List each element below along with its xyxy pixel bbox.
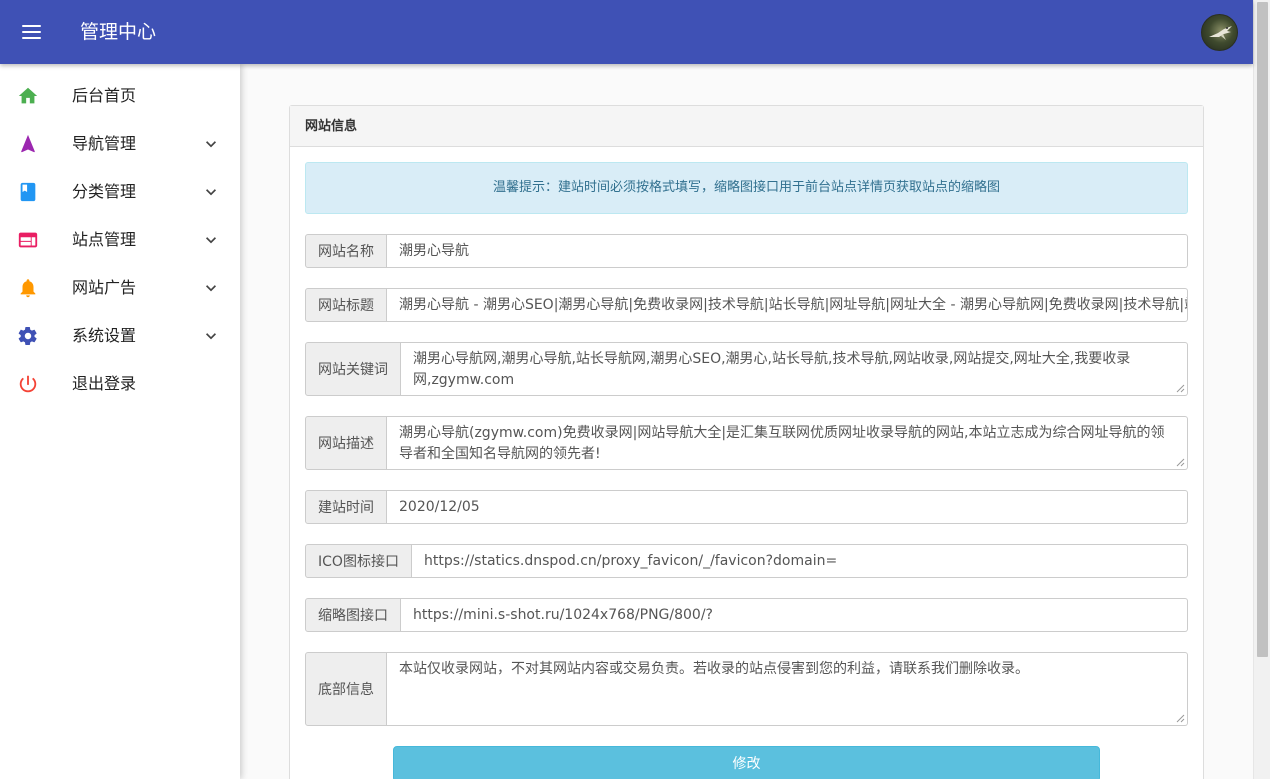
user-avatar[interactable]: [1201, 14, 1238, 51]
gear-icon: [18, 327, 37, 345]
chevron-down-icon: [206, 285, 216, 292]
site-keywords-text: 潮男心导航网,潮男心导航,站长导航网,潮男心SEO,潮男心,站长导航,技术导航,…: [413, 351, 1131, 388]
footer-info-label: 底部信息: [305, 652, 387, 726]
site-name-label: 网站名称: [305, 234, 387, 268]
site-description-label: 网站描述: [305, 416, 387, 470]
chevron-down-icon: [206, 333, 216, 340]
sidebar-item-label: 站点管理: [72, 230, 137, 249]
chevron-down-icon: [206, 189, 216, 196]
sidebar-item-settings[interactable]: 系统设置: [0, 312, 240, 360]
founded-date-label: 建站时间: [305, 490, 387, 524]
site-name-group: 网站名称 潮男心导航: [305, 234, 1188, 268]
sidebar-item-logout[interactable]: 退出登录: [0, 360, 240, 408]
footer-info-text: 本站仅收录网站，不对其网站内容或交易负责。若收录的站点侵害到您的利益，请联系我们…: [399, 661, 1029, 677]
power-icon: [19, 375, 37, 393]
founded-date-input[interactable]: 2020/12/05: [387, 490, 1188, 524]
sidebar-item-dashboard[interactable]: 后台首页: [0, 72, 240, 120]
site-description-textarea[interactable]: 潮男心导航(zgymw.com)免费收录网|网站导航大全|是汇集互联网优质网址收…: [387, 416, 1188, 470]
sidebar-item-sites[interactable]: 站点管理: [0, 216, 240, 264]
top-app-bar: 管理中心: [0, 0, 1253, 64]
thumbnail-api-label: 缩略图接口: [305, 598, 401, 632]
hamburger-menu-icon[interactable]: [18, 22, 46, 44]
thumbnail-api-input[interactable]: https://mini.s-shot.ru/1024x768/PNG/800/…: [401, 598, 1188, 632]
navigation-arrow-icon: [21, 134, 35, 153]
info-alert: 温馨提示：建站时间必须按格式填写，缩略图接口用于前台站点详情页获取站点的缩略图: [305, 162, 1188, 214]
resize-grip-icon[interactable]: [1175, 457, 1185, 467]
sidebar-item-label: 后台首页: [72, 86, 137, 105]
site-title-label: 网站标题: [305, 288, 387, 322]
sidebar-item-navigation[interactable]: 导航管理: [0, 120, 240, 168]
app-title: 管理中心: [80, 21, 157, 43]
sidebar-item-label: 分类管理: [72, 182, 137, 201]
resize-grip-icon[interactable]: [1175, 383, 1185, 393]
ico-api-label: ICO图标接口: [305, 544, 412, 578]
site-name-input[interactable]: 潮男心导航: [387, 234, 1188, 268]
home-icon: [18, 87, 38, 104]
panel-title: 网站信息: [290, 106, 1203, 147]
resize-grip-icon[interactable]: [1175, 713, 1185, 723]
sidebar: 后台首页 导航管理 分类管理 站点管理 网站广告 系统设置 退出登录: [0, 64, 240, 779]
site-title-input[interactable]: 潮男心导航 - 潮男心SEO|潮男心导航|免费收录网|技术导航|站长导航|网址导…: [387, 288, 1188, 322]
sidebar-item-label: 退出登录: [72, 374, 137, 393]
hummingbird-avatar-image: [1209, 26, 1232, 40]
chevron-down-icon: [206, 141, 216, 148]
page-scrollbar[interactable]: [1253, 0, 1270, 779]
site-title-group: 网站标题 潮男心导航 - 潮男心SEO|潮男心导航|免费收录网|技术导航|站长导…: [305, 288, 1188, 322]
site-description-group: 网站描述 潮男心导航(zgymw.com)免费收录网|网站导航大全|是汇集互联网…: [305, 416, 1188, 470]
scrollbar-thumb[interactable]: [1257, 2, 1268, 657]
ico-api-group: ICO图标接口 https://statics.dnspod.cn/proxy_…: [305, 544, 1188, 578]
sidebar-item-label: 网站广告: [72, 278, 137, 297]
site-description-text: 潮男心导航(zgymw.com)免费收录网|网站导航大全|是汇集互联网优质网址收…: [399, 425, 1165, 462]
ico-api-input[interactable]: https://statics.dnspod.cn/proxy_favicon/…: [412, 544, 1188, 578]
bell-icon: [20, 279, 36, 298]
book-icon: [20, 182, 36, 202]
site-keywords-group: 网站关键词 潮男心导航网,潮男心导航,站长导航网,潮男心SEO,潮男心,站长导航…: [305, 342, 1188, 396]
site-keywords-textarea[interactable]: 潮男心导航网,潮男心导航,站长导航网,潮男心SEO,潮男心,站长导航,技术导航,…: [401, 342, 1188, 396]
sidebar-item-label: 导航管理: [72, 134, 137, 153]
sidebar-item-label: 系统设置: [72, 326, 137, 345]
site-keywords-label: 网站关键词: [305, 342, 401, 396]
browser-window-icon: [18, 232, 38, 248]
chevron-down-icon: [206, 237, 216, 244]
thumbnail-api-group: 缩略图接口 https://mini.s-shot.ru/1024x768/PN…: [305, 598, 1188, 632]
sidebar-item-ads[interactable]: 网站广告: [0, 264, 240, 312]
footer-info-group: 底部信息 本站仅收录网站，不对其网站内容或交易负责。若收录的站点侵害到您的利益，…: [305, 652, 1188, 726]
submit-button[interactable]: 修改: [393, 746, 1100, 779]
footer-info-textarea[interactable]: 本站仅收录网站，不对其网站内容或交易负责。若收录的站点侵害到您的利益，请联系我们…: [387, 652, 1188, 726]
founded-date-group: 建站时间 2020/12/05: [305, 490, 1188, 524]
sidebar-item-categories[interactable]: 分类管理: [0, 168, 240, 216]
